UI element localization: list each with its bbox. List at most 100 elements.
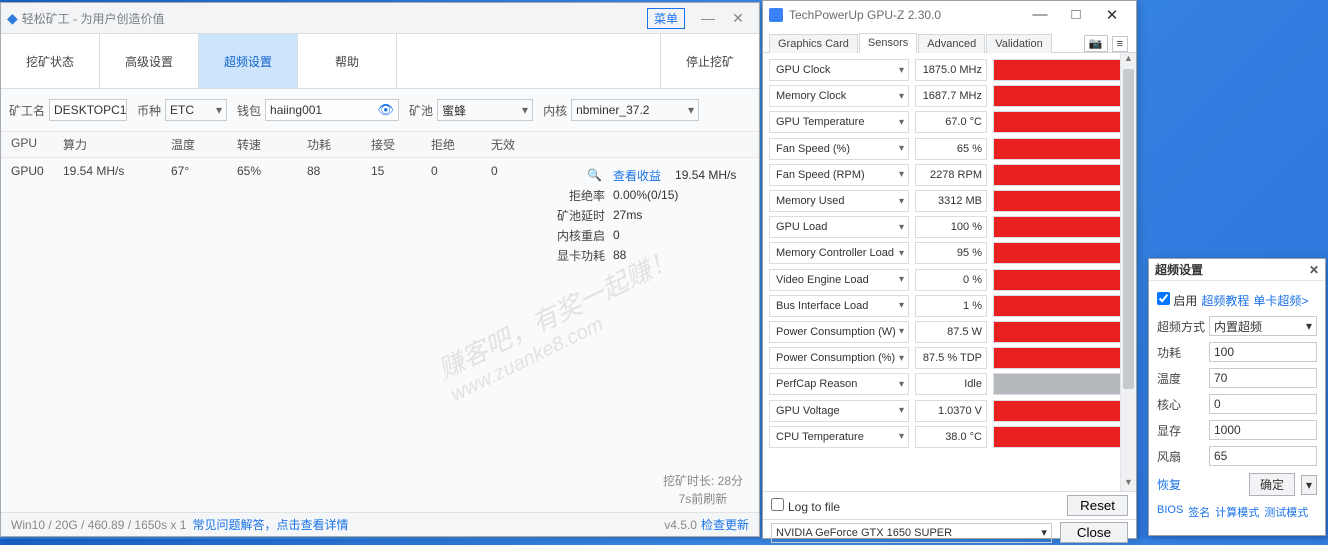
pool-select[interactable]: 蜜蜂 bbox=[437, 99, 533, 121]
miner-title: 轻松矿工 - 为用户创造价值 bbox=[22, 10, 165, 27]
close-icon[interactable]: ✕ bbox=[723, 10, 753, 27]
close-icon[interactable]: ✕ bbox=[1309, 263, 1319, 277]
sensor-name[interactable]: GPU Temperature bbox=[769, 111, 909, 133]
log-to-file-checkbox[interactable]: Log to file bbox=[771, 498, 840, 514]
restart-label: 内核重启 bbox=[549, 227, 613, 244]
bios-link[interactable]: BIOS bbox=[1157, 504, 1183, 520]
coin-label: 币种 bbox=[137, 102, 161, 119]
check-update-link[interactable]: 检查更新 bbox=[701, 516, 749, 533]
close-button[interactable]: Close bbox=[1060, 522, 1128, 543]
tab-status[interactable]: 挖矿状态 bbox=[1, 34, 100, 88]
tab-validation[interactable]: Validation bbox=[986, 34, 1052, 53]
tab-graphics-card[interactable]: Graphics Card bbox=[769, 34, 858, 53]
scroll-up-icon[interactable]: ▲ bbox=[1121, 53, 1136, 67]
maximize-icon[interactable]: □ bbox=[1058, 6, 1094, 24]
core-select[interactable]: nbminer_37.2 bbox=[571, 99, 699, 121]
sensor-value: 1875.0 MHz bbox=[915, 59, 987, 81]
sensor-graph bbox=[993, 426, 1130, 448]
miner-titlebar: ◆ 轻松矿工 - 为用户创造价值 菜单 — ✕ bbox=[1, 3, 759, 33]
sensor-row: Fan Speed (RPM)2278 RPM bbox=[769, 162, 1130, 188]
eye-icon[interactable]: 👁 bbox=[378, 102, 395, 118]
overclock-panel: 超频设置 ✕ 启用 超频教程 单卡超频> 超频方式内置超频 功耗100 温度70… bbox=[1148, 258, 1326, 536]
stop-mining-button[interactable]: 停止挖矿 bbox=[661, 34, 759, 88]
scrollbar[interactable]: ▲ ▼ bbox=[1120, 53, 1136, 491]
sensor-row: GPU Clock 1875.0 MHz bbox=[769, 57, 1130, 83]
sensor-name[interactable]: Bus Interface Load bbox=[769, 295, 909, 317]
scroll-down-icon[interactable]: ▼ bbox=[1121, 477, 1136, 491]
sensor-name[interactable]: Memory Controller Load bbox=[769, 242, 909, 264]
worker-input[interactable]: DESKTOPC1T bbox=[49, 99, 127, 121]
tab-help[interactable]: 帮助 bbox=[298, 34, 397, 88]
coin-select[interactable]: ETC bbox=[165, 99, 227, 121]
temp-input[interactable]: 70 bbox=[1209, 368, 1317, 388]
sensor-graph bbox=[993, 85, 1130, 107]
sensor-graph bbox=[993, 242, 1130, 264]
scroll-thumb[interactable] bbox=[1123, 69, 1134, 389]
mode-select[interactable]: 内置超频 bbox=[1209, 316, 1317, 336]
faq-link[interactable]: 常见问题解答，点击查看详情 bbox=[192, 516, 348, 533]
reset-button[interactable]: Reset bbox=[1067, 495, 1128, 516]
sensor-value: 0 % bbox=[915, 269, 987, 291]
cell-fan: 65% bbox=[237, 164, 307, 178]
ok-button[interactable]: 确定 bbox=[1249, 473, 1295, 496]
sensor-name[interactable]: Power Consumption (W) bbox=[769, 321, 909, 343]
gpuz-window: TechPowerUp GPU-Z 2.30.0 — □ ✕ Graphics … bbox=[762, 0, 1137, 539]
sensor-row: Power Consumption (W) 87.5 W bbox=[769, 319, 1130, 345]
latency-label: 矿池延时 bbox=[549, 207, 613, 224]
camera-icon[interactable]: 📷 bbox=[1084, 35, 1108, 52]
tab-sensors[interactable]: Sensors bbox=[859, 33, 917, 53]
hdr-acc: 接受 bbox=[371, 136, 431, 153]
sensor-name[interactable]: Memory Clock bbox=[769, 85, 909, 107]
sensor-value: 3312 MB bbox=[915, 190, 987, 212]
sensor-value: 1.0370 V bbox=[915, 400, 987, 422]
single-card-link[interactable]: 单卡超频> bbox=[1253, 292, 1308, 309]
menu-icon[interactable]: ≡ bbox=[1112, 36, 1128, 52]
sensor-name[interactable]: Fan Speed (%) bbox=[769, 138, 909, 160]
wallet-input[interactable]: haiing001 👁 bbox=[265, 99, 399, 121]
sign-link[interactable]: 签名 bbox=[1188, 504, 1210, 520]
sensor-name[interactable]: Video Engine Load bbox=[769, 269, 909, 291]
profit-link[interactable]: 查看收益 bbox=[613, 169, 661, 183]
tab-advanced[interactable]: Advanced bbox=[918, 34, 985, 53]
tab-advanced[interactable]: 高级设置 bbox=[100, 34, 199, 88]
sensor-value: 87.5 W bbox=[915, 321, 987, 343]
core-label: 内核 bbox=[543, 102, 567, 119]
tutorial-link[interactable]: 超频教程 bbox=[1201, 292, 1249, 309]
miner-logo-icon: ◆ bbox=[7, 10, 18, 27]
enable-checkbox[interactable]: 启用 bbox=[1157, 292, 1197, 309]
sensor-name[interactable]: PerfCap Reason bbox=[769, 373, 909, 395]
minimize-icon[interactable]: — bbox=[1022, 6, 1058, 24]
gpuz-log-row: Log to file Reset bbox=[763, 491, 1136, 519]
fan-input[interactable]: 65 bbox=[1209, 446, 1317, 466]
gpu-select[interactable]: NVIDIA GeForce GTX 1650 SUPER bbox=[771, 523, 1052, 543]
sensor-name[interactable]: GPU Voltage bbox=[769, 400, 909, 422]
sensor-name[interactable]: GPU Clock bbox=[769, 59, 909, 81]
tab-overclock[interactable]: 超频设置 bbox=[199, 34, 298, 88]
miner-tabs: 挖矿状态 高级设置 超频设置 帮助 停止挖矿 bbox=[1, 33, 759, 89]
test-link[interactable]: 测试模式 bbox=[1264, 504, 1308, 520]
mode-label: 超频方式 bbox=[1157, 318, 1209, 335]
close-icon[interactable]: ✕ bbox=[1094, 6, 1130, 24]
restore-link[interactable]: 恢复 bbox=[1157, 476, 1181, 493]
core-input[interactable]: 0 bbox=[1209, 394, 1317, 414]
worker-label: 矿工名 bbox=[9, 102, 45, 119]
minimize-icon[interactable]: — bbox=[693, 10, 723, 26]
pow-input[interactable]: 100 bbox=[1209, 342, 1317, 362]
duration-label: 挖矿时长: bbox=[663, 474, 714, 488]
sensor-row: GPU Voltage 1.0370 V bbox=[769, 397, 1130, 423]
cell-acc: 15 bbox=[371, 164, 431, 178]
ok-dropdown-icon[interactable]: ▾ bbox=[1301, 475, 1317, 495]
sensor-name[interactable]: CPU Temperature bbox=[769, 426, 909, 448]
sensor-name[interactable]: GPU Load bbox=[769, 216, 909, 238]
sensor-name[interactable]: Memory Used bbox=[769, 190, 909, 212]
gpuz-title: TechPowerUp GPU-Z 2.30.0 bbox=[789, 8, 941, 22]
mem-input[interactable]: 1000 bbox=[1209, 420, 1317, 440]
miner-window: ◆ 轻松矿工 - 为用户创造价值 菜单 — ✕ 挖矿状态 高级设置 超频设置 帮… bbox=[0, 2, 760, 537]
sensor-value: 87.5 % TDP bbox=[915, 347, 987, 369]
sensor-name[interactable]: Power Consumption (%) bbox=[769, 347, 909, 369]
sensor-name[interactable]: Fan Speed (RPM) bbox=[769, 164, 909, 186]
calc-link[interactable]: 计算模式 bbox=[1215, 504, 1259, 520]
wallet-value: haiing001 bbox=[270, 103, 322, 117]
menu-button[interactable]: 菜单 bbox=[647, 8, 685, 29]
sensor-row: Power Consumption (%) 87.5 % TDP bbox=[769, 345, 1130, 371]
